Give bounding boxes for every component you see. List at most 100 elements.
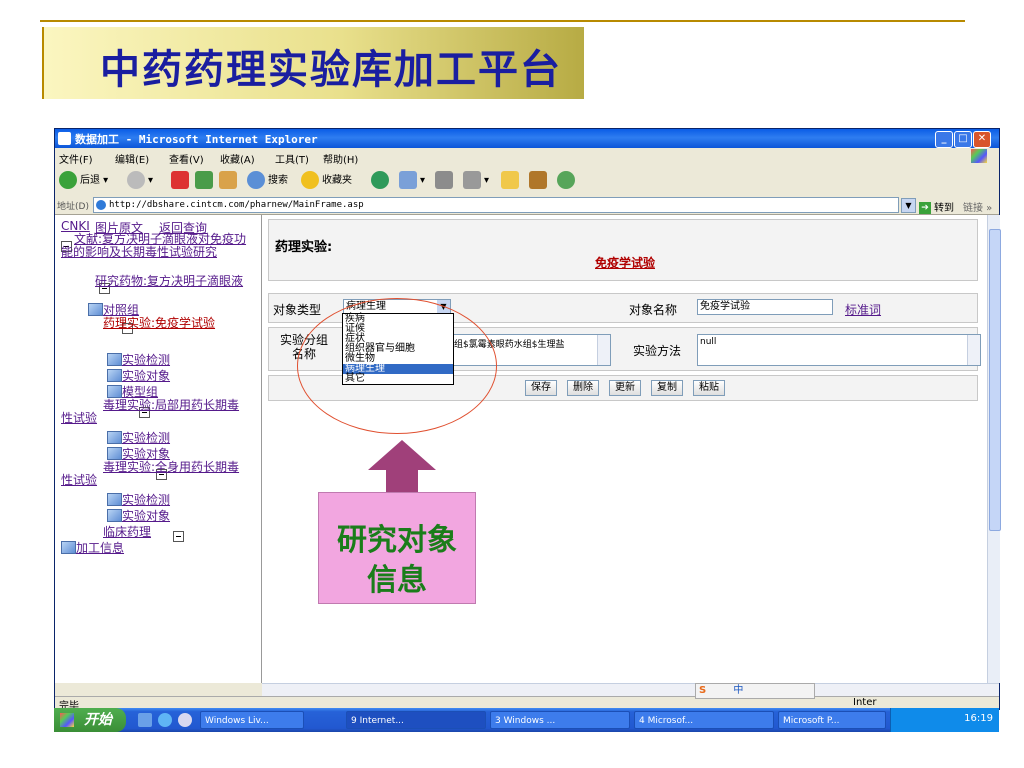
sogou-ime-bar[interactable]: S 中	[695, 683, 815, 699]
refresh-icon	[195, 171, 213, 189]
task-microsoft-word[interactable]: 4 Microsof...	[634, 711, 774, 729]
tree-exp3-detection[interactable]: 实验检测	[122, 491, 170, 508]
sogou-logo-icon: S	[699, 685, 707, 696]
mail-button[interactable]: ▾	[399, 171, 425, 191]
ie-quicklaunch-icon[interactable]	[158, 713, 172, 727]
messenger-icon	[557, 171, 575, 189]
document-icon	[107, 447, 122, 460]
update-button[interactable]: 更新	[609, 380, 641, 396]
address-input[interactable]: http://dbshare.cintcm.com/pharnew/MainFr…	[93, 197, 899, 213]
search-button[interactable]: 搜索	[247, 171, 288, 191]
mail-icon	[399, 171, 417, 189]
tree-exp1-subject[interactable]: 实验对象	[122, 367, 170, 384]
callout-line-2: 信息	[367, 563, 427, 598]
edit-button[interactable]: ▾	[463, 171, 489, 191]
favorites-button[interactable]: 收藏夹	[301, 171, 352, 191]
method-textarea[interactable]: null	[697, 334, 981, 366]
menu-view[interactable]: 查看(V)	[169, 151, 204, 166]
delete-button[interactable]: 删除	[567, 380, 599, 396]
forward-button[interactable]: ▾	[127, 171, 153, 191]
menu-favorites[interactable]: 收藏(A)	[220, 151, 255, 166]
menu-edit[interactable]: 编辑(E)	[115, 151, 149, 166]
address-bar: 地址(D) http://dbshare.cintcm.com/pharnew/…	[55, 196, 999, 215]
navigation-tree: CNKI 图片原文 返回查询 文献:复方决明子滴眼液对免疫功能的影响及长期毒性试…	[55, 215, 262, 683]
folder-button[interactable]	[501, 171, 522, 191]
messenger-button[interactable]	[557, 171, 578, 191]
object-name-label: 对象名称	[629, 303, 678, 317]
object-name-input[interactable]: 免疫学试验	[697, 299, 833, 315]
home-icon	[219, 171, 237, 189]
folder-icon	[501, 171, 519, 189]
research-button[interactable]	[529, 171, 550, 191]
slide-title-box: 中药药理实验库加工平台	[42, 27, 584, 99]
stop-button[interactable]	[171, 171, 192, 191]
task-internet-explorer[interactable]: 9 Internet...	[346, 711, 486, 729]
page-icon	[96, 199, 106, 210]
horizontal-scrollbar[interactable]	[262, 683, 999, 697]
tree-exp-local-toxicity[interactable]: 毒理实验:局部用药长期毒性试验	[61, 399, 251, 425]
zone-text: Inter	[853, 697, 877, 708]
cnki-link[interactable]: CNKI	[61, 219, 90, 233]
tree-clinical[interactable]: 临床药理	[103, 523, 151, 540]
document-icon	[107, 509, 122, 522]
standard-term-link[interactable]: 标准词	[845, 301, 881, 318]
tree-processing-info[interactable]: 加工信息	[76, 539, 124, 556]
links-button[interactable]: 链接 »	[963, 199, 992, 214]
stop-icon	[171, 171, 189, 189]
maximize-icon[interactable]: □	[954, 131, 972, 148]
windows-flag-icon	[971, 149, 987, 163]
tree-exp1-detection[interactable]: 实验检测	[122, 351, 170, 368]
task-powerpoint[interactable]: Microsoft P...	[778, 711, 886, 729]
menu-tools[interactable]: 工具(T)	[275, 151, 309, 166]
ime-mode[interactable]: 中	[733, 685, 743, 696]
show-desktop-icon[interactable]	[138, 713, 152, 727]
save-button[interactable]: 保存	[525, 380, 557, 396]
refresh-button[interactable]	[195, 171, 216, 191]
tree-exp-immunology[interactable]: 药理实验:免疫学试验	[61, 315, 251, 331]
textarea-scrollbar[interactable]	[597, 335, 610, 365]
minimize-icon[interactable]: _	[935, 131, 953, 148]
close-icon[interactable]: ✕	[973, 131, 991, 148]
tree-exp2-detection[interactable]: 实验检测	[122, 429, 170, 446]
clock: 16:19	[964, 713, 993, 724]
document-icon	[61, 541, 76, 554]
start-button[interactable]: 开始	[54, 708, 126, 732]
research-icon	[529, 171, 547, 189]
print-button[interactable]	[435, 171, 456, 191]
collapse-icon[interactable]	[173, 531, 185, 542]
system-tray: 16:19	[890, 708, 999, 732]
method-label: 实验方法	[633, 344, 682, 358]
document-icon	[107, 431, 122, 444]
history-button[interactable]	[371, 171, 392, 191]
tree-literature[interactable]: 文献:复方决明子滴眼液对免疫功能的影响及长期毒性试验研究	[61, 233, 251, 259]
tree-drug[interactable]: 研究药物:复方决明子滴眼液	[61, 275, 251, 288]
windows-logo-icon	[60, 713, 74, 727]
toolbar: 后退 ▾ ▾ 搜索 收藏夹 ▾ ▾	[55, 166, 999, 197]
history-icon	[371, 171, 389, 189]
textarea-scrollbar[interactable]	[967, 335, 980, 365]
document-icon	[107, 493, 122, 506]
home-button[interactable]	[219, 171, 240, 191]
form-subtitle[interactable]: 免疫学试验	[595, 254, 655, 271]
form-heading: 药理实验:	[275, 240, 333, 255]
back-button[interactable]: 后退 ▾	[59, 171, 108, 191]
callout-box: 研究对象 信息	[318, 492, 476, 604]
tree-exp3-subject[interactable]: 实验对象	[122, 507, 170, 524]
menu-file[interactable]: 文件(F)	[59, 151, 93, 166]
ie-window: 数据加工 - Microsoft Internet Explorer _ □ ✕…	[54, 128, 1001, 712]
media-player-icon[interactable]	[178, 713, 192, 727]
window-title: 数据加工 - Microsoft Internet Explorer	[75, 133, 318, 146]
vertical-scrollbar[interactable]	[987, 215, 1001, 683]
go-button[interactable]: ➔ 转到	[919, 199, 954, 214]
paste-button[interactable]: 粘贴	[693, 380, 725, 396]
task-windows-live[interactable]: Windows Liv...	[200, 711, 304, 729]
slide-title: 中药药理实验库加工平台	[100, 46, 562, 93]
scroll-thumb[interactable]	[989, 229, 1001, 531]
address-dropdown-icon[interactable]: ▼	[901, 198, 916, 213]
copy-button[interactable]: 复制	[651, 380, 683, 396]
tree-exp-systemic-toxicity[interactable]: 毒理实验:全身用药长期毒性试验	[61, 461, 251, 487]
menu-help[interactable]: 帮助(H)	[323, 151, 358, 166]
print-icon	[435, 171, 453, 189]
search-icon	[247, 171, 265, 189]
task-windows-explorer[interactable]: 3 Windows ...	[490, 711, 630, 729]
